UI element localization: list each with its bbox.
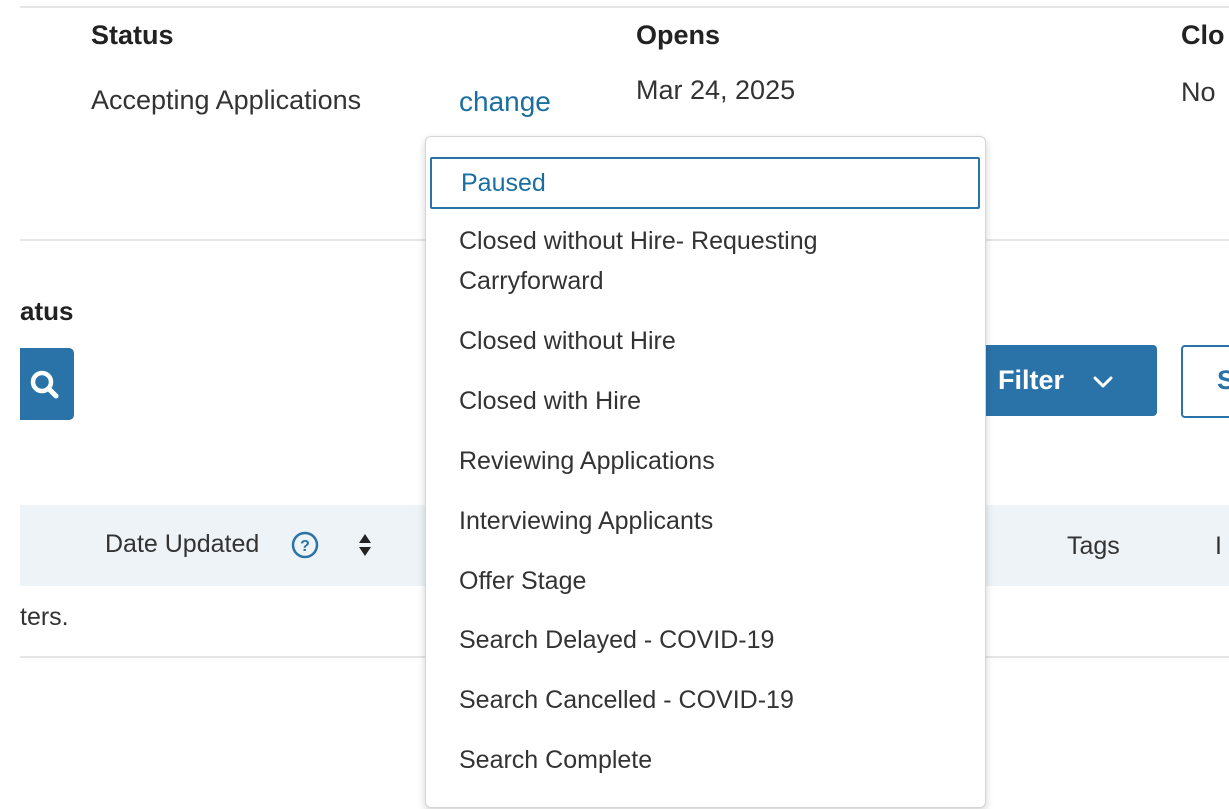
dropdown-option-paused[interactable]: Paused [430, 157, 980, 209]
dropdown-option-reviewing-applications[interactable]: Reviewing Applications [430, 441, 980, 481]
dropdown-option-closed-without-hire-requesting-carryforward[interactable]: Closed without Hire- Requesting Carryfor… [430, 221, 980, 303]
secondary-button-label: S [1217, 365, 1229, 395]
help-icon[interactable]: ? [290, 530, 320, 560]
search-button[interactable] [20, 348, 74, 420]
status-dropdown-menu: Paused Closed without Hire- Requesting C… [425, 136, 986, 808]
closes-value: No [1181, 77, 1216, 107]
section-title: atus [20, 296, 74, 326]
page: Status Accepting Applications change Ope… [0, 0, 1229, 809]
dropdown-option-label: Interviewing Applicants [459, 507, 714, 535]
status-label: Status [91, 20, 174, 50]
dropdown-option-interviewing-applicants[interactable]: Interviewing Applicants [430, 501, 980, 541]
dropdown-option-label: Reviewing Applications [459, 447, 715, 475]
search-icon [30, 370, 59, 399]
dropdown-option-search-cancelled-covid-19[interactable]: Search Cancelled - COVID-19 [430, 680, 980, 720]
dropdown-option-offer-stage[interactable]: Offer Stage [430, 561, 980, 601]
sort-icon[interactable] [357, 532, 373, 558]
dropdown-option-search-complete[interactable]: Search Complete [430, 740, 980, 780]
dropdown-option-label: Closed without Hire- Requesting [459, 227, 818, 255]
dropdown-option-label: Closed with Hire [459, 387, 642, 415]
filter-button[interactable]: Filter [976, 345, 1157, 416]
dropdown-option-label: Search Delayed - COVID-19 [459, 626, 775, 654]
closes-label: Clo [1181, 20, 1225, 50]
column-partial[interactable]: I [1215, 532, 1222, 561]
top-divider [20, 6, 1229, 8]
dropdown-option-label: Closed without Hire [459, 327, 676, 355]
dropdown-option-label: Search Complete [459, 746, 653, 774]
empty-table-message: ters. [20, 603, 69, 631]
change-status-link[interactable]: change [459, 86, 551, 118]
dropdown-option-closed-without-hire[interactable]: Closed without Hire [430, 321, 980, 361]
status-value: Accepting Applications [91, 85, 362, 115]
dropdown-option-label-line2: Carryforward [459, 267, 604, 295]
filter-button-label: Filter [998, 365, 1065, 395]
dropdown-option-label: Paused [461, 169, 546, 197]
column-tags[interactable]: Tags [1067, 532, 1120, 561]
opens-label: Opens [636, 20, 721, 50]
dropdown-option-label: Offer Stage [459, 567, 587, 595]
chevron-down-icon [1093, 376, 1113, 388]
secondary-button[interactable]: S [1181, 345, 1229, 418]
svg-text:?: ? [300, 538, 310, 555]
column-date-updated[interactable]: Date Updated [105, 530, 259, 559]
dropdown-option-label: Search Cancelled - COVID-19 [459, 686, 794, 714]
opens-value: Mar 24, 2025 [636, 75, 796, 105]
dropdown-option-closed-with-hire[interactable]: Closed with Hire [430, 381, 980, 421]
dropdown-option-search-delayed-covid-19[interactable]: Search Delayed - COVID-19 [430, 620, 980, 660]
